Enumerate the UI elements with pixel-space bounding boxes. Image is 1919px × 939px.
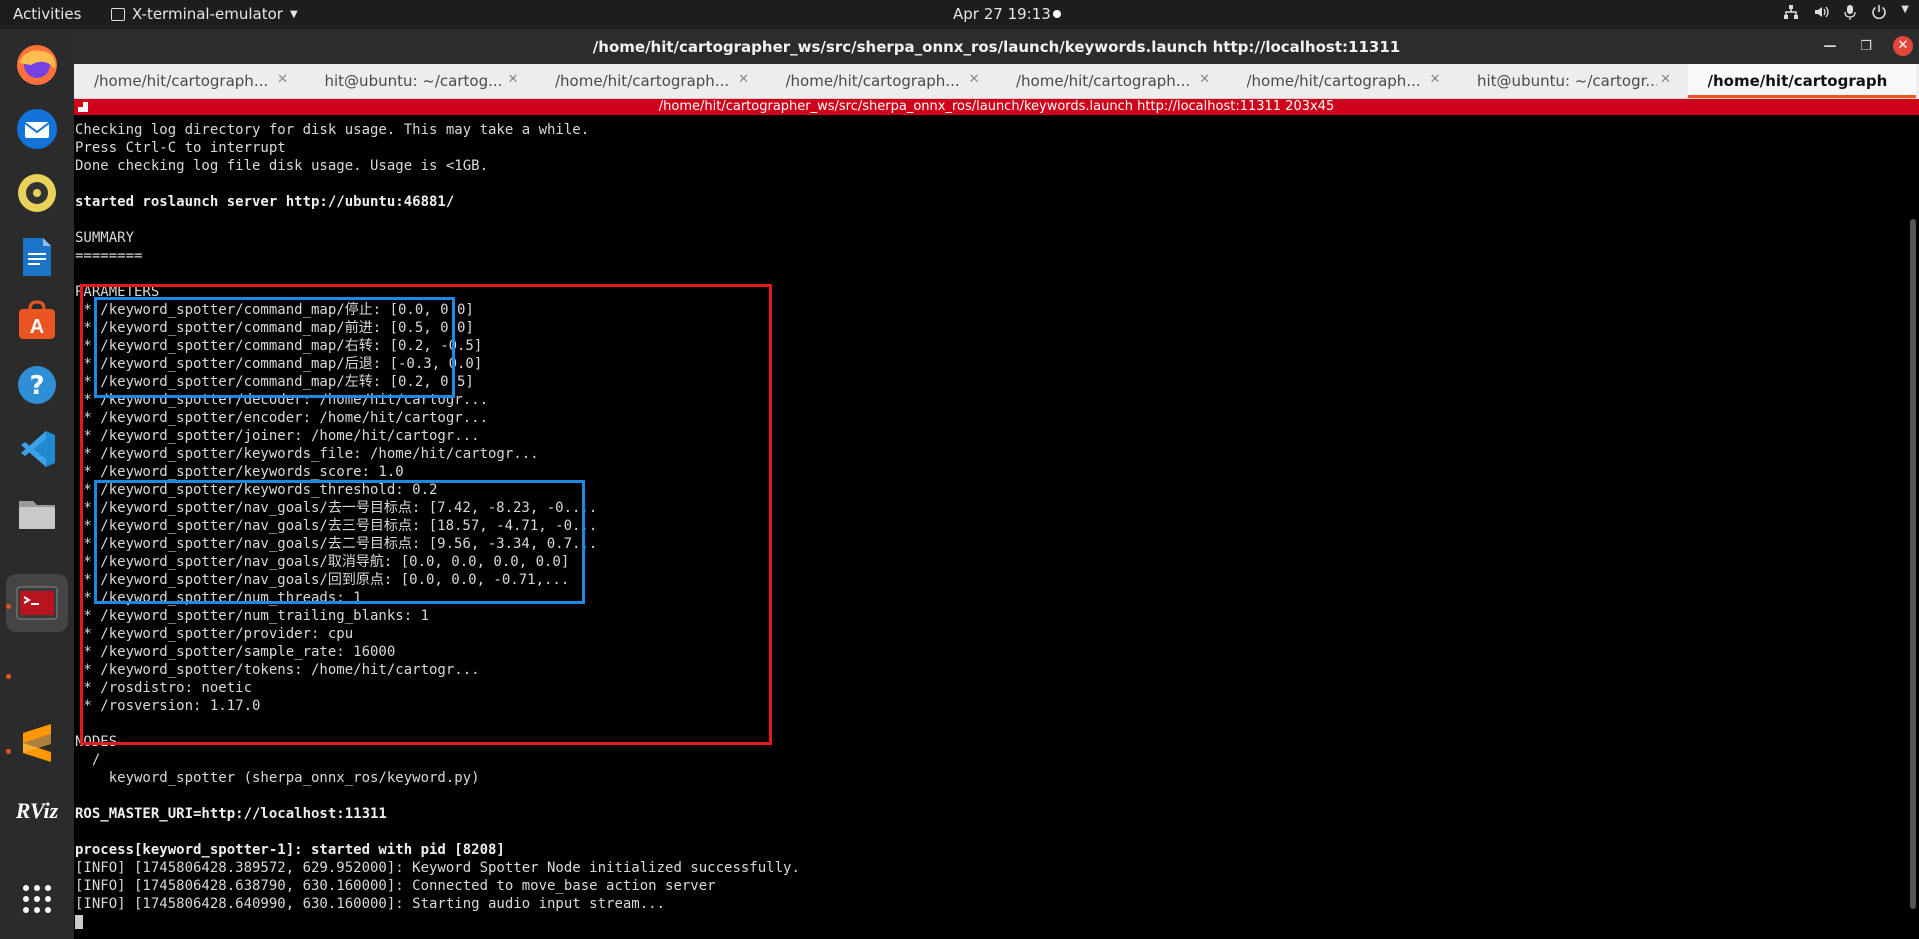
terminal-icon[interactable] <box>6 574 68 632</box>
text-cursor <box>75 915 83 929</box>
svg-text:?: ? <box>29 371 44 401</box>
tab-label: hit@ubuntu: ~/cartog... <box>324 72 503 90</box>
close-icon[interactable]: ✕ <box>1893 36 1913 56</box>
terminal-tab[interactable]: /home/hit/cartograph... ✕ <box>996 64 1224 98</box>
clock[interactable]: Apr 27 19:13 <box>953 5 1051 23</box>
terminal-line: Checking log directory for disk usage. T… <box>75 122 590 138</box>
running-indicator <box>6 674 11 679</box>
terminal-line: started roslaunch server http://ubuntu:4… <box>75 194 455 210</box>
tab-label: /home/hit/cartograph... <box>555 72 730 90</box>
terminal-tab[interactable]: hit@ubuntu: ~/cartogr... ✕ <box>1457 64 1685 98</box>
power-icon[interactable] <box>1871 4 1887 20</box>
terminal-line: / <box>75 752 101 768</box>
svg-text:A: A <box>30 316 44 338</box>
terminal-tab[interactable]: /home/hit/cartograph... ✕ <box>1227 64 1455 98</box>
scrollbar[interactable] <box>1910 219 1916 909</box>
terminal-line: keyword_spotter (sherpa_onnx_ros/keyword… <box>75 770 480 786</box>
cursor-line <box>75 913 1895 931</box>
terminal-tab[interactable]: hit@ubuntu: ~/cartog... ✕ <box>305 64 533 98</box>
tab-close-icon[interactable]: ✕ <box>1660 72 1671 87</box>
window-title: /home/hit/cartographer_ws/src/sherpa_onn… <box>592 38 1401 56</box>
terminal-window: /home/hit/cartographer_ws/src/sherpa_onn… <box>74 29 1919 939</box>
status-bar: /home/hit/cartographer_ws/src/sherpa_onn… <box>74 99 1919 115</box>
terminal-tab[interactable]: /home/hit/cartograph... <box>1687 64 1916 98</box>
top-bar: Activities X-terminal-emulator ▼ Apr 27 … <box>0 0 1919 29</box>
volume-icon[interactable] <box>1813 4 1829 20</box>
terminal-line: [INFO] [1745806428.640990, 630.160000]: … <box>75 896 666 912</box>
rviz-label: RViz <box>15 798 59 823</box>
tab-close-icon[interactable]: ✕ <box>277 72 288 87</box>
tab-label: /home/hit/cartograph... <box>1707 72 1888 90</box>
tab-close-icon[interactable]: ✕ <box>969 72 980 87</box>
terminal-line: process[keyword_spotter-1]: started with… <box>75 842 505 858</box>
rviz-icon[interactable]: RViz <box>13 787 61 835</box>
system-tray[interactable]: ▼ <box>1783 4 1909 20</box>
network-icon[interactable] <box>1783 4 1799 20</box>
terminal-line: Press Ctrl-C to interrupt <box>75 140 286 156</box>
running-indicator <box>6 749 11 754</box>
tab-bar: /home/hit/cartograph... ✕ hit@ubuntu: ~/ca… <box>74 64 1919 99</box>
dock: A ? RViz <box>0 29 74 939</box>
maximize-icon[interactable]: ❐ <box>1857 39 1875 54</box>
rhythmbox-icon[interactable] <box>13 169 61 217</box>
app-name: X-terminal-emulator <box>132 5 283 23</box>
tab-close-icon[interactable]: ✕ <box>508 72 519 87</box>
status-text: /home/hit/cartographer_ws/src/sherpa_onn… <box>658 99 1335 114</box>
chevron-down-icon: ▼ <box>289 8 298 20</box>
window-titlebar[interactable]: /home/hit/cartographer_ws/src/sherpa_onn… <box>74 29 1919 64</box>
tab-close-icon[interactable]: ✕ <box>1430 72 1441 87</box>
sublime-icon[interactable] <box>13 719 61 767</box>
tab-label: /home/hit/cartograph... <box>1016 72 1191 90</box>
vscode-icon[interactable] <box>13 425 61 473</box>
terminal-line: ======== <box>75 248 143 264</box>
terminal-line: ROS_MASTER_URI=http://localhost:11311 <box>75 806 387 822</box>
help-icon[interactable]: ? <box>13 361 61 409</box>
libreoffice-writer-icon[interactable] <box>13 233 61 281</box>
terminal-line: SUMMARY <box>75 230 135 246</box>
terminal-tab[interactable]: /home/hit/cartograph... ✕ <box>74 64 302 98</box>
activities-button[interactable]: Activities <box>13 5 81 23</box>
blue-highlight-box <box>94 297 455 398</box>
tab-close-icon[interactable]: ✕ <box>738 72 749 87</box>
firefox-icon[interactable] <box>13 41 61 89</box>
terminal-app-icon <box>111 7 125 21</box>
app-menu[interactable]: X-terminal-emulator ▼ <box>111 5 298 23</box>
files-icon[interactable] <box>13 489 61 537</box>
app-grid-icon[interactable] <box>13 875 61 923</box>
microphone-icon[interactable] <box>1843 4 1857 20</box>
chevron-down-icon[interactable]: ▼ <box>1901 4 1909 20</box>
tab-label: /home/hit/cartograph... <box>94 72 269 90</box>
terminal-line: [INFO] [1745806428.638790, 630.160000]: … <box>75 878 716 894</box>
thunderbird-icon[interactable] <box>13 105 61 153</box>
tab-label: hit@ubuntu: ~/cartogr... <box>1477 72 1657 90</box>
tab-close-icon[interactable]: ✕ <box>1199 72 1210 87</box>
terminal-tab[interactable]: /home/hit/cartograph... ✕ <box>766 64 994 98</box>
terminal-flag-icon <box>78 102 88 112</box>
terminal-line: [INFO] [1745806428.389572, 629.952000]: … <box>75 860 800 876</box>
terminal-tab[interactable]: /home/hit/cartograph... ✕ <box>535 64 763 98</box>
tab-label: /home/hit/cartograph... <box>785 72 960 90</box>
tab-label: /home/hit/cartograph... <box>1246 72 1421 90</box>
notification-dot <box>1053 10 1061 18</box>
running-indicator <box>6 604 11 609</box>
minimize-icon[interactable]: — <box>1821 39 1839 54</box>
blue-highlight-box <box>94 480 585 604</box>
ubuntu-software-icon[interactable]: A <box>13 297 61 345</box>
terminal-line: Done checking log file disk usage. Usage… <box>75 158 489 174</box>
